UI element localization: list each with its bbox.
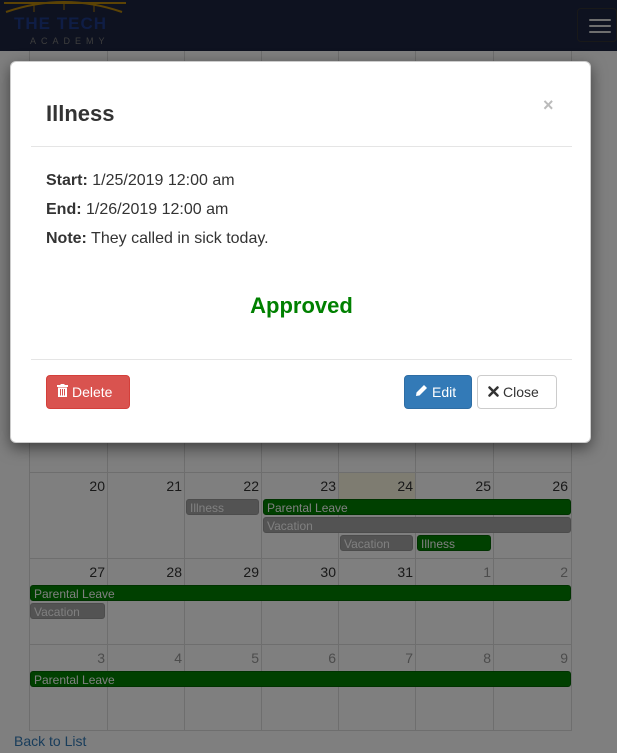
modal-title: Illness (46, 101, 115, 126)
edit-button[interactable]: Edit (404, 375, 472, 409)
start-label: Start: (46, 172, 88, 189)
close-button[interactable]: Close (477, 375, 557, 409)
note-row: Note: They called in sick today. (46, 230, 269, 248)
status-badge: Approved (250, 293, 353, 318)
header-divider (31, 146, 572, 147)
note-value: They called in sick today. (91, 230, 269, 247)
close-label: Close (503, 384, 539, 400)
end-row: End: 1/26/2019 12:00 am (46, 201, 228, 219)
edit-label: Edit (432, 384, 457, 400)
pencil-icon (415, 376, 428, 408)
end-label: End: (46, 201, 82, 218)
trash-icon (57, 376, 68, 408)
start-row: Start: 1/25/2019 12:00 am (46, 172, 235, 190)
note-label: Note: (46, 230, 87, 247)
footer-divider (31, 359, 572, 360)
event-details-modal: Illness × Start: 1/25/2019 12:00 am End:… (10, 61, 591, 443)
end-value: 1/26/2019 12:00 am (86, 201, 229, 218)
x-icon (488, 376, 499, 408)
close-icon[interactable]: × (543, 95, 554, 116)
start-value: 1/25/2019 12:00 am (92, 172, 235, 189)
delete-button[interactable]: Delete (46, 375, 130, 409)
delete-label: Delete (72, 384, 113, 400)
